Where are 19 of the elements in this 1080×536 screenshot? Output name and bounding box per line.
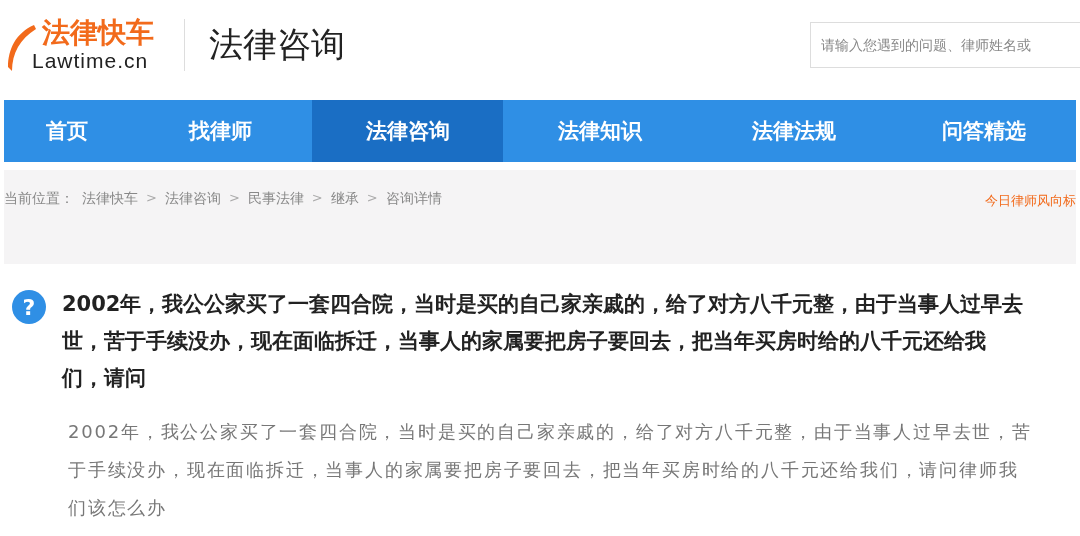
breadcrumb-label: 当前位置： (4, 190, 74, 208)
breadcrumb-separator: > (366, 190, 378, 207)
question-title: 2002年，我公公家买了一套四合院，当时是买的自己家亲戚的，给了对方八千元整，由于当事人过早去世，苦于手续没办，现在面临拆迁，当事人的家属要把房子要回去，把当年买房时给的八千元还给我们，请问 (62, 291, 1025, 392)
nav-tab[interactable]: 法律咨询 (312, 100, 503, 162)
breadcrumb-link[interactable]: 继承 (330, 190, 359, 208)
question-icon: ? (12, 290, 46, 324)
breadcrumb-separator: > (146, 190, 157, 207)
search-field[interactable]: 请输入您遇到的问题、律师姓名或 (810, 22, 1080, 68)
breadcrumb-link[interactable]: 法律快车 (82, 190, 138, 208)
logo-domain: Lawtime.cn (32, 49, 150, 73)
question-detail: 2002年，我公公家买了一套四合院，当时是买的自己家亲戚的，给了对方八千元整，由于当事人过早去世，苦于手续没办，现在面临拆迁，当事人的家属要把房子要回去，把当年买房时给的八千元还给我们，请问律师我们该怎么办 (68, 420, 1033, 520)
breadcrumb-link[interactable]: 咨询详情 (385, 190, 442, 208)
section-title: 法律咨询 (209, 23, 345, 66)
breadcrumb-link[interactable]: 民事法律 (247, 190, 304, 208)
logo-name: 法律快车 (41, 17, 154, 49)
breadcrumb-separator: > (311, 190, 323, 207)
breadcrumb-link[interactable]: 法律咨询 (164, 190, 221, 208)
breadcrumb-separator: > (228, 190, 240, 207)
side-link[interactable]: 今日律师风向标 (985, 190, 1076, 210)
